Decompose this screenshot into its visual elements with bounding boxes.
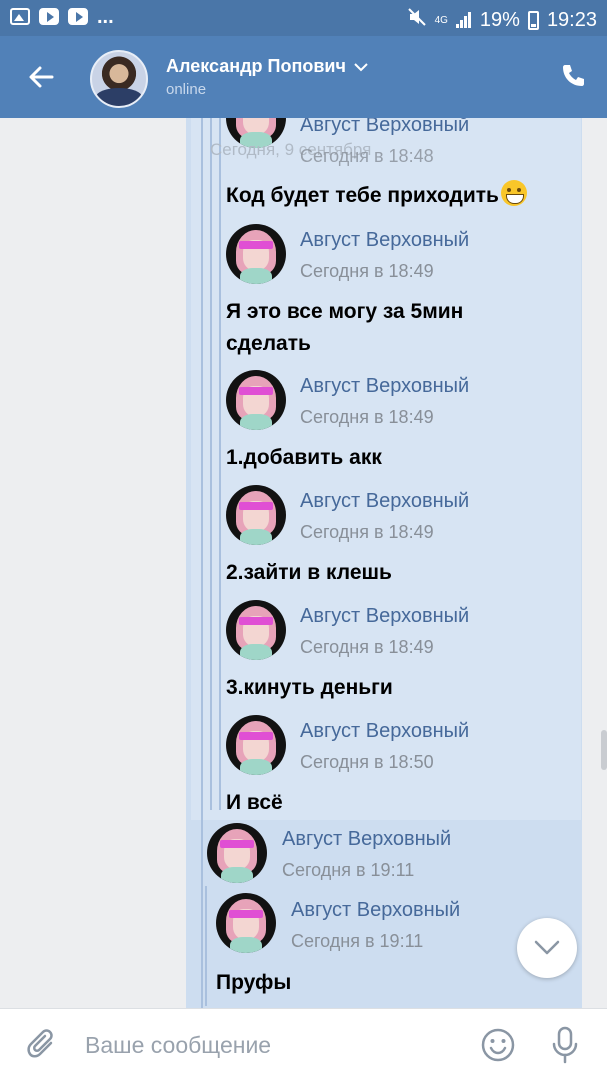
- chevron-down-icon: [354, 62, 368, 71]
- clock: 19:23: [546, 8, 597, 31]
- message-text: сделать: [226, 332, 311, 355]
- scroll-down-icon: [534, 940, 560, 955]
- contact-name-label: Александр Попович: [166, 56, 346, 76]
- microphone-icon: [552, 1026, 578, 1064]
- contact-avatar[interactable]: [90, 50, 148, 108]
- mute-icon: [407, 7, 427, 33]
- system-indicators: 4G 19% 19:23: [407, 7, 597, 33]
- message-time: Сегодня в 18:49: [300, 522, 434, 542]
- paperclip-icon: [27, 1029, 53, 1058]
- sender-avatar[interactable]: [216, 893, 276, 953]
- message-text: 2.зайти в клешь: [226, 561, 392, 584]
- forward-indicator-line: [201, 118, 203, 1008]
- scroll-down-button[interactable]: [517, 918, 577, 978]
- call-button[interactable]: [559, 62, 587, 90]
- sender-name[interactable]: Август Верховный: [282, 828, 451, 851]
- youtube-icon: [68, 8, 88, 25]
- message-time: Сегодня в 18:48: [300, 146, 434, 166]
- message-text: 3.кинуть деньги: [226, 676, 393, 699]
- sender-name[interactable]: Август Верховный: [291, 899, 460, 922]
- message-time: Сегодня в 18:49: [300, 407, 434, 427]
- network-type: 4G: [434, 14, 448, 26]
- status-bar: ... 4G 19% 19:23: [0, 0, 607, 36]
- youtube-icon: [39, 8, 59, 25]
- notification-icons: ...: [10, 5, 114, 28]
- back-arrow-icon: [29, 66, 54, 88]
- signal-icon: [455, 12, 472, 28]
- sender-avatar[interactable]: [226, 715, 286, 775]
- message-composer: [0, 1008, 607, 1080]
- grinning-emoji-icon: [500, 180, 527, 206]
- message-text: Код будет тебе приходить: [226, 180, 527, 212]
- more-notifications: ...: [97, 5, 114, 28]
- forward-indicator-line: [219, 118, 221, 810]
- smile-icon: [481, 1028, 515, 1062]
- contact-name[interactable]: Александр Попович: [166, 56, 368, 77]
- scrollbar[interactable]: [601, 730, 607, 770]
- sender-name[interactable]: Август Верховный: [300, 118, 469, 137]
- attach-button[interactable]: [26, 1027, 58, 1063]
- back-button[interactable]: [24, 60, 58, 94]
- voice-message-button[interactable]: [550, 1025, 580, 1065]
- message-text: Пруфы: [216, 971, 292, 994]
- sender-avatar[interactable]: [207, 823, 267, 883]
- sender-name[interactable]: Август Верховный: [300, 605, 469, 628]
- sender-avatar[interactable]: [226, 370, 286, 430]
- sender-avatar[interactable]: [226, 600, 286, 660]
- sender-name[interactable]: Август Верховный: [300, 720, 469, 743]
- sender-name[interactable]: Август Верховный: [300, 375, 469, 398]
- message-text: Я это все могу за 5мин: [226, 300, 464, 323]
- message-text: 1.добавить акк: [226, 446, 382, 469]
- message-time: Сегодня в 18:49: [300, 261, 434, 281]
- message-list[interactable]: Август Верховный Сегодня, 9 сентября Сег…: [0, 118, 607, 1008]
- image-icon: [10, 8, 30, 25]
- sender-avatar[interactable]: [226, 485, 286, 545]
- sender-name[interactable]: Август Верховный: [300, 490, 469, 513]
- message-text-content: Код будет тебе приходить: [226, 184, 499, 207]
- message-time: Сегодня в 18:50: [300, 752, 434, 772]
- message-time: Сегодня в 19:11: [282, 860, 415, 880]
- contact-status: online: [166, 81, 207, 98]
- message-text: И всё: [226, 791, 283, 814]
- phone-icon: [563, 65, 584, 86]
- battery-icon: [527, 10, 539, 30]
- forward-indicator-line: [210, 118, 212, 810]
- sender-avatar[interactable]: [226, 224, 286, 284]
- message-input[interactable]: [85, 1029, 465, 1061]
- message-time: Сегодня в 19:11: [291, 931, 424, 951]
- emoji-button[interactable]: [480, 1027, 516, 1063]
- battery-percent: 19%: [479, 8, 520, 31]
- forward-indicator-line: [205, 886, 207, 1006]
- chat-header: Александр Попович online: [0, 36, 607, 118]
- message-time: Сегодня в 18:49: [300, 637, 434, 657]
- sender-name[interactable]: Август Верховный: [300, 229, 469, 252]
